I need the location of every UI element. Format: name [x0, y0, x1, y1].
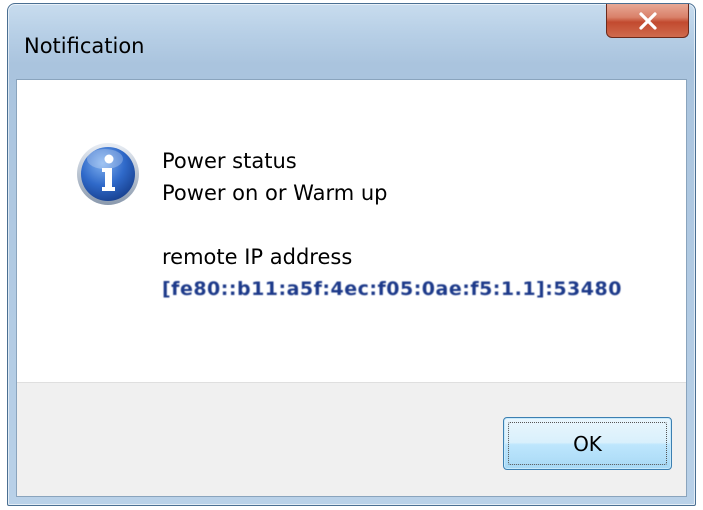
ok-button[interactable]: OK [503, 417, 672, 470]
message-text: Power status Power on or Warm up remote … [162, 145, 622, 305]
close-icon [638, 11, 657, 30]
notification-dialog: Notification Power status Power on or Wa… [7, 3, 696, 506]
message-line-power-status: Power status [162, 149, 297, 173]
message-line-remote-ip-value: [fe80::b11:a5f:4ec:f05:0ae:f5:1.1]:53480 [162, 278, 622, 300]
window-title: Notification [24, 34, 145, 58]
dialog-client-area: Power status Power on or Warm up remote … [16, 79, 687, 497]
message-line-power-state: Power on or Warm up [162, 181, 388, 205]
title-bar[interactable]: Notification [8, 4, 695, 80]
message-line-remote-ip-label: remote IP address [162, 245, 353, 269]
button-bar: OK [17, 382, 686, 496]
close-button[interactable] [606, 4, 689, 38]
info-icon [77, 143, 139, 205]
message-area: Power status Power on or Warm up remote … [17, 80, 686, 385]
